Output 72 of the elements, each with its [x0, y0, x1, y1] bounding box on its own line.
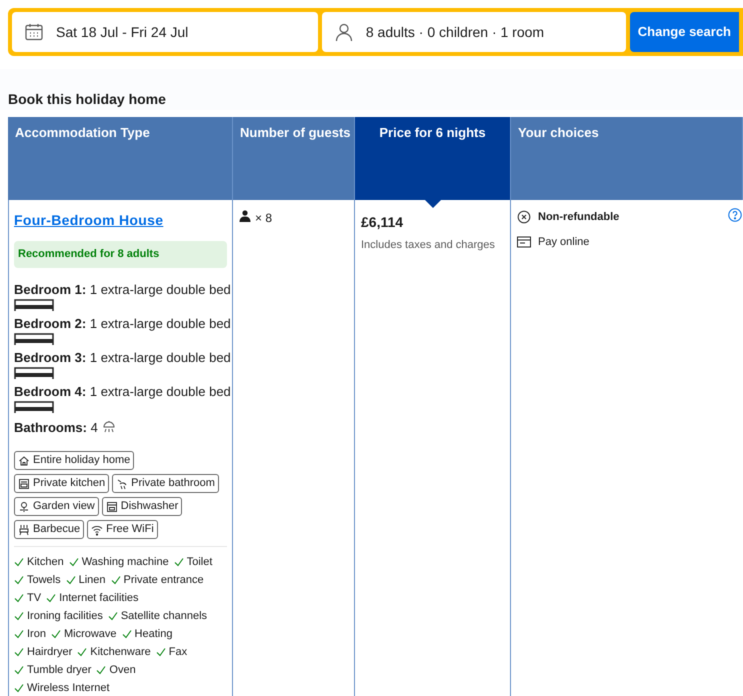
check-icon [68, 557, 79, 567]
amenity-item: Wireless Internet [27, 680, 110, 696]
amenity-item: Iron [27, 626, 46, 642]
recommendation-badge: Recommended for 8 adults [14, 241, 227, 268]
guests-field[interactable]: 8 adults · 0 children · 1 room [322, 12, 626, 52]
amenity-item: Oven [109, 662, 136, 678]
column-header: Number of guests [233, 117, 355, 200]
help-icon [728, 208, 742, 222]
person-icon [239, 210, 251, 222]
column-header: Price for 6 nights [355, 117, 511, 200]
plant-icon [18, 500, 30, 512]
room-name-link[interactable]: Four-Bedroom House [14, 212, 164, 228]
house-icon [18, 454, 30, 466]
check-icon [46, 593, 56, 603]
shower-icon [102, 420, 116, 434]
amenity-item: Towels [27, 572, 61, 588]
amenity-item: Tumble dryer [27, 662, 92, 678]
check-icon [77, 647, 88, 657]
policy-text: Non-refundable [538, 210, 620, 225]
oven-icon [18, 478, 30, 490]
check-icon [96, 665, 106, 675]
facility-tag: Barbecue [14, 520, 84, 539]
facility-tag: Free WiFi [87, 520, 158, 539]
card-icon [517, 236, 531, 248]
facility-tag: Garden view [14, 497, 99, 516]
check-icon [122, 629, 132, 639]
section-title: Book this holiday home [8, 90, 167, 109]
check-icon [110, 575, 121, 585]
amenity-item: Microwave [64, 626, 117, 642]
amenity-item: Kitchenware [90, 644, 151, 660]
amenity-item: Internet facilities [59, 590, 139, 606]
amenity-item: Linen [78, 572, 106, 588]
wifi-icon [91, 524, 104, 536]
guest-count: × 8 [255, 210, 272, 227]
column-header: Your choices [511, 117, 743, 200]
amenity-item: Hairdryer [27, 644, 72, 660]
calendar-icon [24, 22, 44, 42]
amenity-item: Kitchen [27, 554, 64, 570]
check-icon [50, 629, 61, 639]
date-field[interactable]: Sat 18 Jul - Fri 24 Jul [12, 12, 318, 52]
bed-icon [14, 332, 54, 346]
payment-text: Pay online [538, 234, 590, 250]
column-header: Accommodation Type [8, 117, 233, 200]
check-icon [174, 557, 184, 567]
check-icon [156, 647, 166, 657]
facility-tag: Private bathroom [112, 474, 219, 493]
amenity-item: Washing machine [82, 554, 169, 570]
check-icon [108, 611, 118, 621]
facility-tag: Dishwasher [102, 497, 182, 516]
cross-circle-icon [517, 210, 531, 224]
facility-tag: Entire holiday home [14, 451, 134, 470]
bathrooms-info: Bathrooms: 4 [14, 418, 98, 436]
amenity-item: Fax [168, 644, 188, 660]
dishwasher-icon [106, 500, 118, 512]
price-note: Includes taxes and charges [361, 238, 496, 253]
change-search-button[interactable]: Change search [630, 12, 739, 52]
amenity-item: Heating [134, 626, 172, 642]
check-icon [66, 575, 76, 585]
amenity-item: TV [27, 590, 42, 606]
person-icon [334, 22, 354, 42]
amenity-item: Satellite channels [120, 608, 208, 624]
bed-icon [14, 400, 54, 414]
facility-tag: Private kitchen [14, 474, 110, 493]
selection-pointer [425, 200, 441, 208]
bed-icon [14, 366, 54, 380]
grill-icon [18, 524, 30, 536]
price: £6,114 [361, 213, 404, 232]
amenity-item: Private entrance [124, 572, 204, 588]
amenity-item: Toilet [186, 554, 212, 570]
shower-icon [116, 478, 128, 490]
amenity-item: Ironing facilities [27, 608, 103, 624]
bed-icon [14, 298, 54, 312]
